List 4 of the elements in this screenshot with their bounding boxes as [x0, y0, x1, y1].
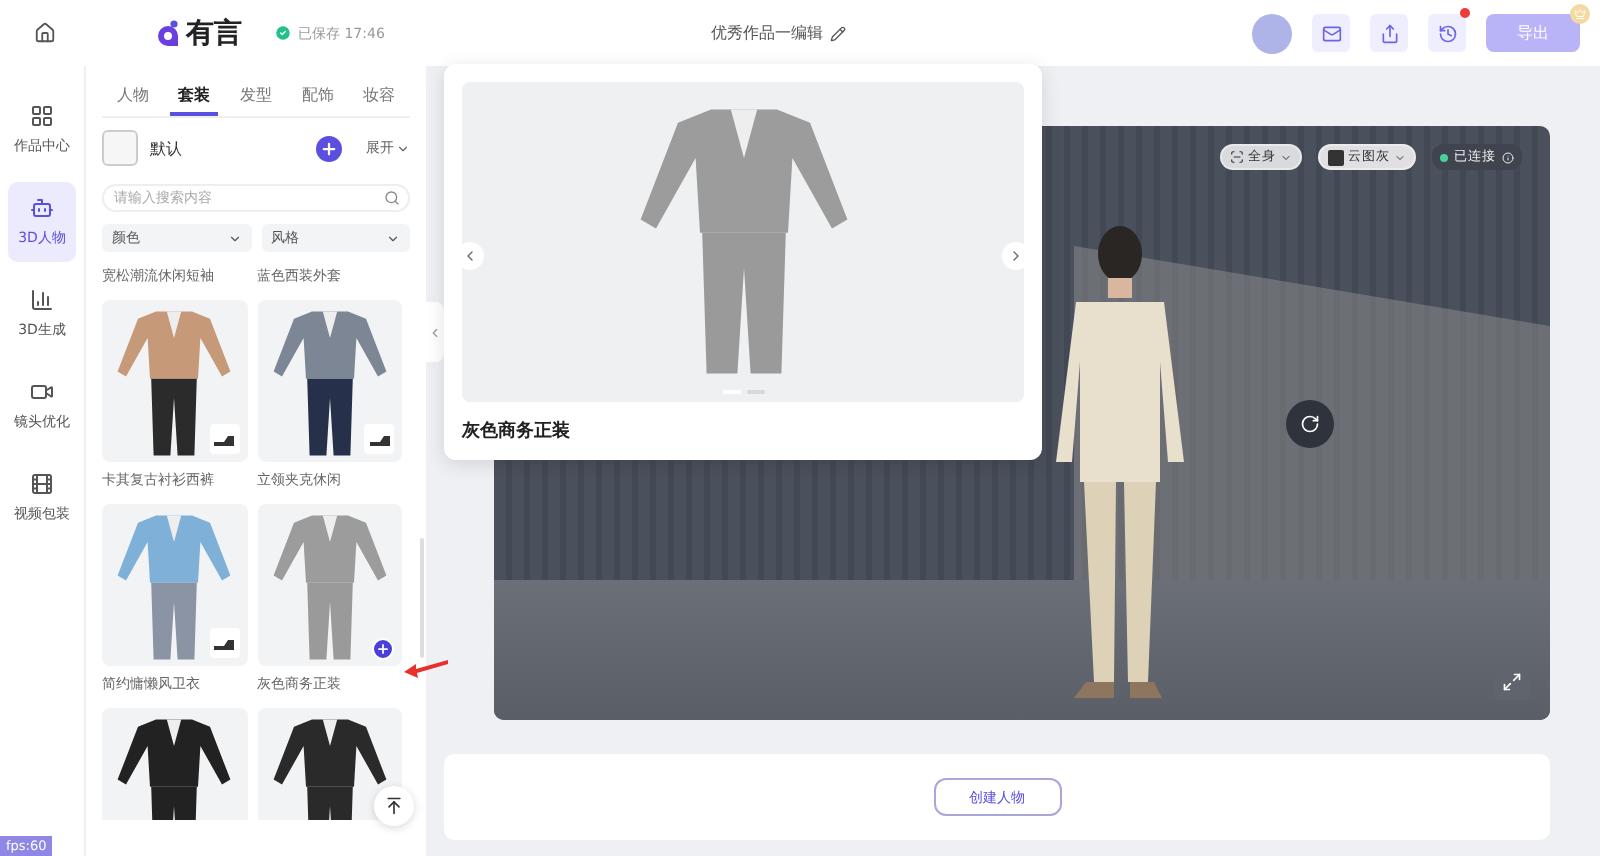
project-title: 优秀作品一编辑 — [711, 22, 824, 44]
logo-text: 有言 — [186, 15, 242, 51]
preview-title: 灰色商务正装 — [462, 418, 572, 444]
default-outfit-label: 默认 — [150, 137, 184, 159]
